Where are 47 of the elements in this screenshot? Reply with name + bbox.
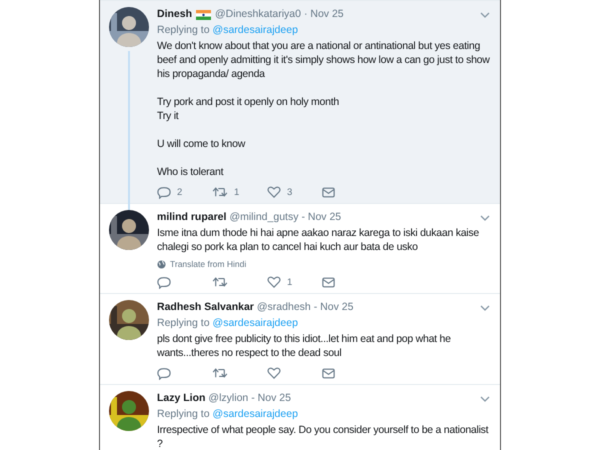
mention-link[interactable]: @sardesairajdeep (212, 406, 298, 422)
action-count: 1 (234, 186, 240, 198)
tweet-text: Irrespective of what people say. Do you consider yourself to be a nationalist ? (157, 423, 490, 450)
envelope-icon[interactable] (322, 186, 335, 198)
replying-label: Replying to (157, 23, 210, 38)
reply-icon[interactable] (157, 276, 171, 288)
tweet-text: pls dont give free publicity to this idiot...let him eat and pop what he wants...theres no respect to the dead soul (157, 332, 452, 360)
tweet-date[interactable]: - Nov 25 (301, 210, 342, 225)
user-name[interactable]: milind ruparel (157, 210, 226, 225)
chevron-icon[interactable] (480, 304, 490, 310)
chevron-icon[interactable] (480, 12, 490, 18)
tweet-date[interactable]: · Nov 25 (304, 7, 344, 22)
retweet-icon[interactable] (212, 367, 228, 379)
reply-icon[interactable] (157, 186, 171, 198)
mention-link[interactable]: @sardesairajdeep (212, 22, 298, 38)
user-handle[interactable]: @lzylion (208, 391, 248, 406)
translate-link[interactable]: Translate from Hindi (170, 259, 246, 269)
tweet-date[interactable]: - Nov 25 (314, 300, 354, 315)
chevron-icon[interactable] (480, 214, 490, 220)
user-handle[interactable]: @Dineshkatariya0 (215, 7, 301, 22)
tweet-text: Who is tolerant (157, 165, 224, 179)
tweet-text: Try pork and post it openly on holy month Try it (157, 95, 340, 123)
mention-link[interactable]: @sardesairajdeep (212, 315, 298, 331)
heart-icon[interactable] (267, 276, 281, 288)
tweet-text: Isme itna dum thode hi hai apne aakao naraz karega to iski dukaan kaise chalegi so pork ka plan to cancel hai kuch aur bata de usko (157, 226, 480, 254)
globe-icon (157, 260, 166, 268)
envelope-icon[interactable] (322, 276, 335, 288)
action-count: 2 (177, 186, 182, 198)
user-name[interactable]: Dinesh (157, 7, 192, 22)
action-count: 1 (287, 276, 292, 288)
tweet-date[interactable]: - Nov 25 (251, 391, 291, 406)
user-handle[interactable]: @sradhesh (256, 300, 311, 315)
user-name[interactable]: Lazy Lion (157, 391, 206, 406)
reply-icon[interactable] (157, 366, 171, 380)
tweet-text: U will come to know (157, 137, 246, 151)
envelope-icon[interactable] (322, 368, 335, 378)
action-count: 3 (287, 186, 292, 198)
user-handle[interactable]: @milind_gutsy (229, 210, 298, 225)
heart-icon[interactable] (267, 186, 281, 198)
retweet-icon[interactable] (212, 186, 228, 198)
replying-label: Replying to (157, 407, 210, 422)
user-name[interactable]: Radhesh Salvankar (157, 300, 254, 315)
chevron-icon[interactable] (480, 396, 490, 402)
replying-label: Replying to (157, 316, 210, 331)
tweet-text: We don't know about that you are a national or antinational but yes eating beef and openly admitting it it's simply shows how low a can go just to show his propaganda/ agenda (157, 39, 491, 81)
heart-icon[interactable] (267, 367, 281, 379)
retweet-icon[interactable] (212, 276, 228, 288)
